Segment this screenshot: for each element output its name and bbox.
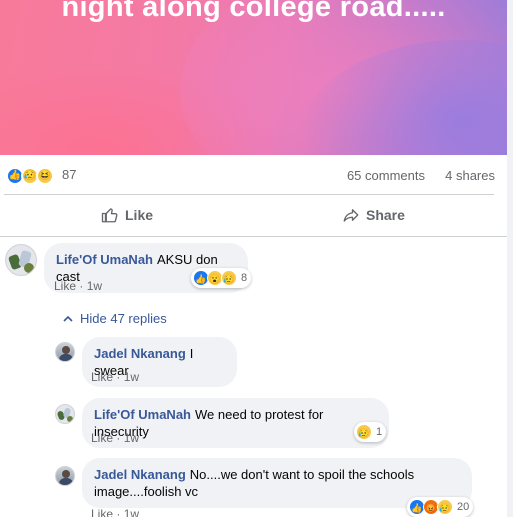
comment-time[interactable]: 1w (87, 279, 102, 293)
sad-icon: 😥 (221, 270, 237, 286)
reply-author[interactable]: Life'Of UmaNah (94, 407, 191, 422)
avatar[interactable] (55, 466, 75, 486)
reply-time[interactable]: 1w (124, 370, 139, 384)
separator: · (116, 370, 121, 384)
sad-icon: 😥 (356, 424, 372, 440)
post-caption: night along college road..... (61, 0, 446, 23)
reply-time[interactable]: 1w (124, 431, 139, 445)
sad-icon: 😥 (437, 499, 453, 515)
reply-time[interactable]: 1w (124, 507, 139, 517)
reply-author[interactable]: Jadel Nkanang (94, 346, 186, 361)
post-action-bar: Like Share (0, 196, 507, 234)
avatar[interactable] (5, 244, 37, 276)
reply-like-link[interactable]: Like (91, 370, 113, 384)
like-button-label: Like (125, 207, 154, 223)
share-button-label: Share (366, 207, 405, 223)
thumb-up-outline-icon (101, 208, 118, 223)
divider (4, 194, 494, 195)
reply-like-link[interactable]: Like (91, 507, 113, 517)
avatar[interactable] (55, 404, 75, 424)
scrollbar-track[interactable] (507, 0, 513, 517)
reply-meta: Like · 1w (91, 507, 139, 517)
hide-replies-label: Hide 47 replies (80, 311, 167, 326)
divider (0, 236, 507, 237)
avatar[interactable] (55, 342, 75, 362)
separator: · (116, 431, 121, 445)
comment-reactions[interactable]: 👍 😮 😥 8 (191, 268, 252, 288)
reply-meta: Like · 1w (91, 370, 139, 384)
reaction-count: 20 (457, 501, 470, 513)
separator: · (79, 279, 84, 293)
share-arrow-icon (343, 209, 359, 222)
comment-author[interactable]: Life'Of UmaNah (56, 252, 153, 267)
hide-replies-toggle[interactable]: Hide 47 replies (62, 311, 167, 326)
shares-count-link[interactable]: 4 shares (445, 168, 495, 183)
reaction-count: 8 (241, 272, 248, 284)
reply-meta: Like · 1w (91, 431, 139, 445)
haha-icon: 😆 (36, 167, 54, 185)
post-image[interactable]: night along college road..... (0, 0, 507, 155)
reaction-count: 1 (376, 426, 383, 438)
separator: · (116, 507, 121, 517)
chevron-up-icon (63, 315, 73, 322)
comment-like-link[interactable]: Like (54, 279, 76, 293)
reaction-count[interactable]: 87 (62, 167, 76, 182)
reply-like-link[interactable]: Like (91, 431, 113, 445)
reply-author[interactable]: Jadel Nkanang (94, 467, 186, 482)
post-stats-row: 👍 😥 😆 87 65 comments 4 shares (0, 160, 507, 190)
reply-reactions[interactable]: 😥 1 (354, 422, 387, 442)
reply-reactions[interactable]: 👍 😡 😥 20 (407, 497, 474, 517)
comments-count-link[interactable]: 65 comments (347, 168, 425, 183)
comment-meta: Like · 1w (54, 279, 102, 293)
share-button[interactable]: Share (342, 196, 405, 234)
like-button[interactable]: Like (101, 196, 153, 234)
